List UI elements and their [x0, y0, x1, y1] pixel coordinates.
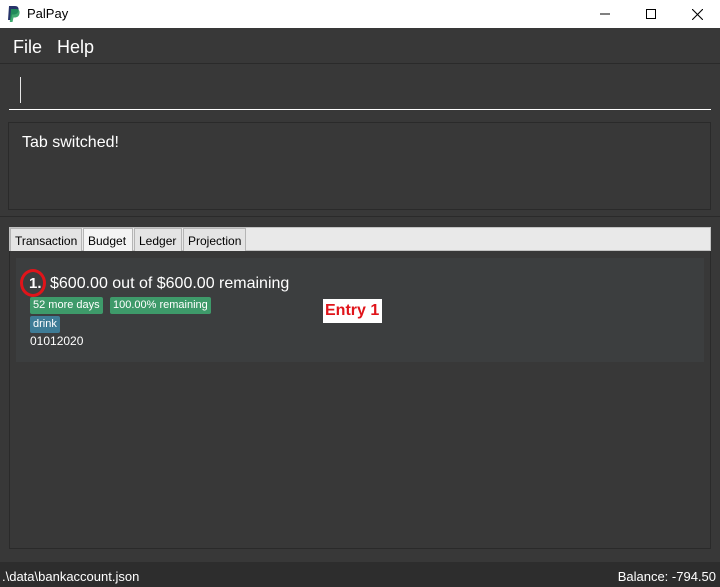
days-remaining-tag: 52 more days — [30, 297, 103, 314]
percent-remaining-tag: 100.00% remaining — [110, 297, 211, 314]
maximize-icon — [646, 9, 656, 19]
minimize-icon — [600, 13, 610, 15]
command-input[interactable] — [9, 72, 711, 110]
entry-annotation-label: Entry 1 — [323, 299, 383, 323]
paypal-logo-icon — [8, 6, 20, 22]
close-icon — [691, 8, 703, 20]
menu-bar: File Help — [0, 28, 720, 64]
tab-transaction[interactable]: Transaction — [10, 228, 82, 251]
budget-amount: $600.00 out of $600.00 remaining — [50, 275, 290, 292]
minimize-button[interactable] — [582, 0, 628, 28]
window-title: PalPay — [27, 6, 69, 21]
status-balance: Balance: -794.50 — [617, 569, 716, 584]
budget-date: 01012020 — [30, 334, 84, 348]
status-file-path: .\data\bankaccount.json — [2, 569, 140, 584]
menu-file[interactable]: File — [13, 37, 42, 58]
budget-index: 1. — [29, 275, 42, 292]
tab-projection[interactable]: Projection — [183, 228, 246, 251]
maximize-button[interactable] — [628, 0, 674, 28]
menu-help[interactable]: Help — [57, 37, 94, 58]
tab-budget[interactable]: Budget — [83, 228, 133, 251]
tab-bar: Transaction Budget Ledger Projection — [9, 227, 711, 251]
text-caret — [20, 77, 21, 103]
category-tag: drink — [30, 316, 60, 333]
result-display: Tab switched! — [8, 122, 711, 210]
result-message: Tab switched! — [22, 134, 119, 151]
status-bar: .\data\bankaccount.json Balance: -794.50 — [0, 562, 720, 587]
tab-ledger[interactable]: Ledger — [134, 228, 182, 251]
close-button[interactable] — [674, 0, 720, 28]
title-bar: PalPay — [0, 0, 720, 28]
